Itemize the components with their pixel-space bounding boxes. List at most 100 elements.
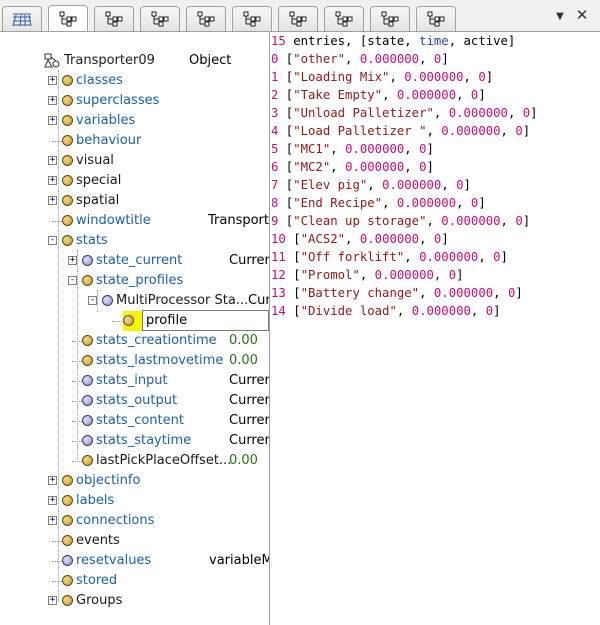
tree-node-label: labels (76, 493, 115, 508)
tree-node-value: 0.00 (229, 453, 258, 468)
punct: , (389, 70, 405, 84)
tab-tree-7[interactable] (324, 6, 364, 31)
state-name: "Off forklift" (300, 250, 405, 264)
tab-tree-1[interactable] (48, 5, 88, 31)
state-time: 0.000000 (374, 268, 434, 282)
node-gold-icon (62, 175, 73, 186)
tree-row[interactable]: - stats (0, 231, 269, 251)
punct: , (456, 196, 471, 210)
tree-row[interactable]: + spatial (0, 191, 269, 211)
tree-row[interactable]: stored (0, 571, 269, 591)
value-text-view[interactable]: 15 entries, [state, time, active] 0 ["ot… (270, 32, 600, 625)
tree-row[interactable]: behaviour (0, 131, 269, 151)
punct: , (500, 124, 516, 138)
tree-row[interactable]: stats_lastmovetime 0.00 (0, 351, 269, 371)
collapse-icon[interactable]: - (48, 236, 57, 245)
line-number: 10 (271, 232, 286, 246)
tree-row[interactable]: + variables (0, 111, 269, 131)
expand-icon[interactable]: + (48, 516, 57, 525)
expand-icon[interactable]: + (48, 96, 57, 105)
tree-row[interactable]: + classes (0, 71, 269, 91)
tree-node-label: visual (76, 153, 114, 168)
state-time: 0.000000 (441, 124, 501, 138)
close-button[interactable]: ✕ (573, 6, 591, 24)
tree-row[interactable]: + special (0, 171, 269, 191)
collapse-icon[interactable]: - (88, 296, 97, 305)
expand-icon[interactable]: + (48, 196, 57, 205)
node-gold-icon (82, 275, 93, 286)
node-gold-icon (62, 535, 73, 546)
collapse-icon[interactable]: - (68, 276, 77, 285)
tree-row[interactable]: + superclasses (0, 91, 269, 111)
node-gold-icon (82, 455, 93, 466)
tree-icon (59, 11, 77, 27)
tab-tree-2[interactable] (94, 6, 134, 31)
expand-icon[interactable]: + (48, 76, 57, 85)
punct: ] (426, 160, 434, 174)
code-entry-line: 11 ["Off forklift", 0.000000, 0] (271, 250, 508, 268)
tab-tree-8[interactable] (370, 6, 410, 31)
code-entry-line: 13 ["Battery change", 0.000000, 0] (271, 286, 523, 304)
expand-icon[interactable]: + (48, 596, 57, 605)
punct: , (478, 250, 494, 264)
tree-icon (289, 11, 307, 27)
code-header-line: 15 entries, [state, time, active] (271, 34, 515, 52)
tree-row[interactable]: + Groups (0, 591, 269, 611)
punct: [ (285, 268, 301, 282)
punct: , (456, 88, 471, 102)
tab-tree-6[interactable] (278, 6, 318, 31)
tree-row[interactable]: resetvalues variableMaps (0, 551, 269, 571)
line-number: 11 (271, 250, 286, 264)
tree-row[interactable]: + objectinfo (0, 471, 269, 491)
tree-row[interactable]: stats_staytime Current (0, 431, 269, 451)
tree-icon (105, 11, 123, 27)
state-name: "MC2" (293, 160, 331, 174)
tree-icon (243, 11, 261, 27)
state-name: "MC1" (293, 142, 331, 156)
tree-row[interactable]: stats_creationtime 0.00 (0, 331, 269, 351)
punct: , (345, 232, 360, 246)
expand-icon[interactable]: + (68, 256, 77, 265)
tree-row[interactable]: + labels (0, 491, 269, 511)
punct: [ (285, 286, 301, 300)
punct: [ (278, 52, 294, 66)
tree-row[interactable]: stats_output Current (0, 391, 269, 411)
tree-row[interactable]: - state_profiles (0, 271, 269, 291)
tab-tree-5[interactable] (232, 6, 272, 31)
tree-row[interactable]: + connections (0, 511, 269, 531)
tree-node-label: classes (76, 73, 124, 88)
state-name: "Unload Palletizer" (293, 106, 434, 120)
tree-row[interactable]: stats_input Current (0, 371, 269, 391)
tab-tree-3[interactable] (140, 6, 180, 31)
state-time: 0.000000 (411, 304, 471, 318)
tree-row[interactable]: lastPickPlaceOffset... 0.00 (0, 451, 269, 471)
punct: , (359, 268, 375, 282)
state-time: 0.000000 (359, 232, 420, 246)
punct: [ (285, 250, 301, 264)
expand-icon[interactable]: + (48, 476, 57, 485)
expand-icon[interactable]: + (48, 116, 57, 125)
tab-dropdown-button[interactable]: ▼ (552, 8, 568, 24)
expand-icon[interactable]: + (48, 176, 57, 185)
tab-tree-4[interactable] (186, 6, 226, 31)
punct: , (404, 250, 420, 264)
tree-row[interactable]: stats_content Current (0, 411, 269, 431)
tree-view[interactable]: Transporter09 Object + classes + superclass… (0, 32, 269, 625)
punct: [ (285, 232, 301, 246)
expand-icon[interactable]: + (48, 156, 57, 165)
tab-tree-9[interactable] (416, 6, 456, 31)
tree-row[interactable]: + visual (0, 151, 269, 171)
tree-row[interactable]: - MultiProcessor Sta...Current (0, 291, 269, 311)
state-name: "Loading Mix" (293, 70, 390, 84)
tree-icon (381, 11, 399, 27)
tree-icon (197, 11, 215, 27)
expand-icon[interactable]: + (48, 496, 57, 505)
tab-grid[interactable] (2, 6, 42, 31)
punct: [ (278, 106, 294, 120)
node-gold-icon (62, 195, 73, 206)
tree-row[interactable]: events (0, 531, 269, 551)
state-active: 0 (456, 178, 464, 192)
tree-row[interactable] (0, 311, 269, 331)
tree-row[interactable]: windowtitle Transporter09 (0, 211, 269, 231)
tree-row[interactable]: + state_current Current (0, 251, 269, 271)
